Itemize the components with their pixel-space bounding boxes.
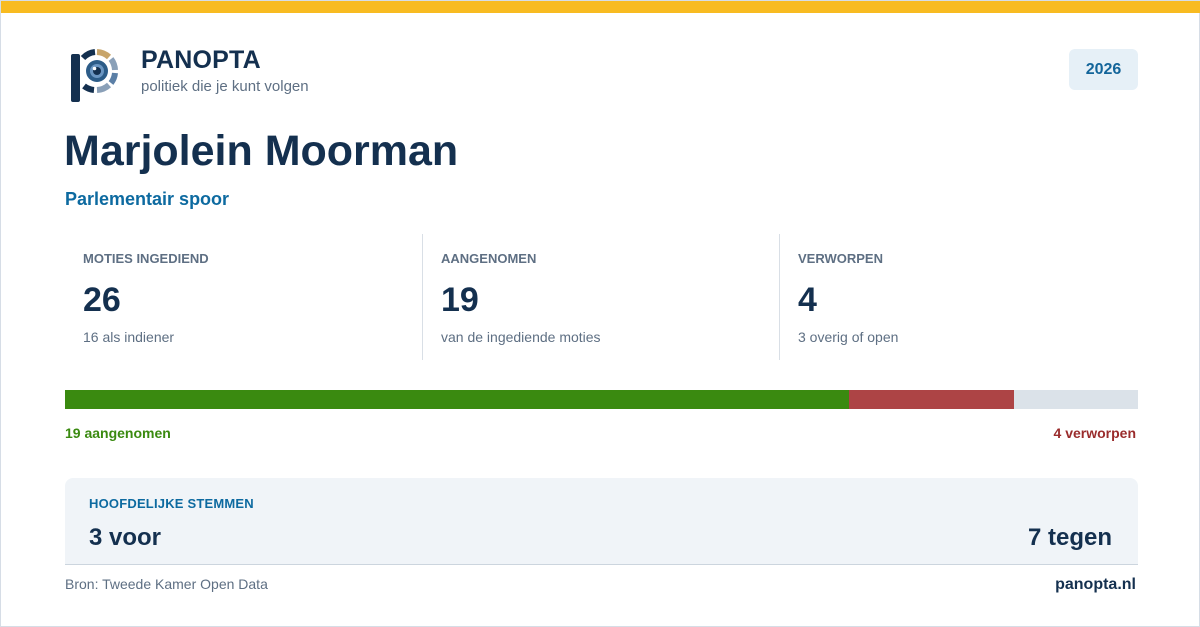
stat-label: AANGENOMEN xyxy=(441,251,537,266)
person-name: Marjolein Moorman xyxy=(64,127,459,175)
stat-value: 19 xyxy=(441,281,479,319)
motion-outcome-bar xyxy=(65,390,1138,409)
votes-title: HOOFDELIJKE STEMMEN xyxy=(89,496,254,511)
year-badge: 2026 xyxy=(1069,49,1138,90)
rejected-label: 4 verworpen xyxy=(1053,425,1136,441)
votes-against: 7 tegen xyxy=(1027,524,1112,551)
stat-value: 4 xyxy=(798,281,817,319)
person-subtitle: Parlementair spoor xyxy=(65,189,230,209)
share-card: PANOPTA politiek die je kunt volgen 2026… xyxy=(0,0,1200,627)
panopta-eye-logo-icon xyxy=(71,49,118,102)
brand-name: PANOPTA xyxy=(141,46,261,74)
votes-for: 3 voor xyxy=(89,524,162,551)
stat-sublabel: van de ingediende moties xyxy=(441,329,601,345)
accepted-segment xyxy=(65,390,850,409)
accepted-label: 19 aangenomen xyxy=(65,425,171,441)
site-domain: panopta.nl xyxy=(1055,576,1136,593)
stat-value: 26 xyxy=(83,281,121,319)
stat-sublabel: 16 als indiener xyxy=(83,329,175,345)
top-accent-bar xyxy=(1,1,1200,13)
stat-rejected: VERWORPEN 4 3 overig of open xyxy=(779,234,1138,360)
stat-accepted: AANGENOMEN 19 van de ingediende moties xyxy=(422,234,779,360)
stat-label: VERWORPEN xyxy=(798,251,883,266)
source-note: Bron: Tweede Kamer Open Data xyxy=(65,576,268,592)
stat-sublabel: 3 overig of open xyxy=(798,329,899,345)
stat-motions-submitted: MOTIES INGEDIEND 26 16 als indiener xyxy=(65,234,422,360)
roll-call-votes-panel: HOOFDELIJKE STEMMEN 3 voor 7 tegen xyxy=(65,478,1138,565)
rejected-segment xyxy=(849,390,1015,409)
brand-tagline: politiek die je kunt volgen xyxy=(141,78,309,95)
stat-label: MOTIES INGEDIEND xyxy=(83,251,209,266)
